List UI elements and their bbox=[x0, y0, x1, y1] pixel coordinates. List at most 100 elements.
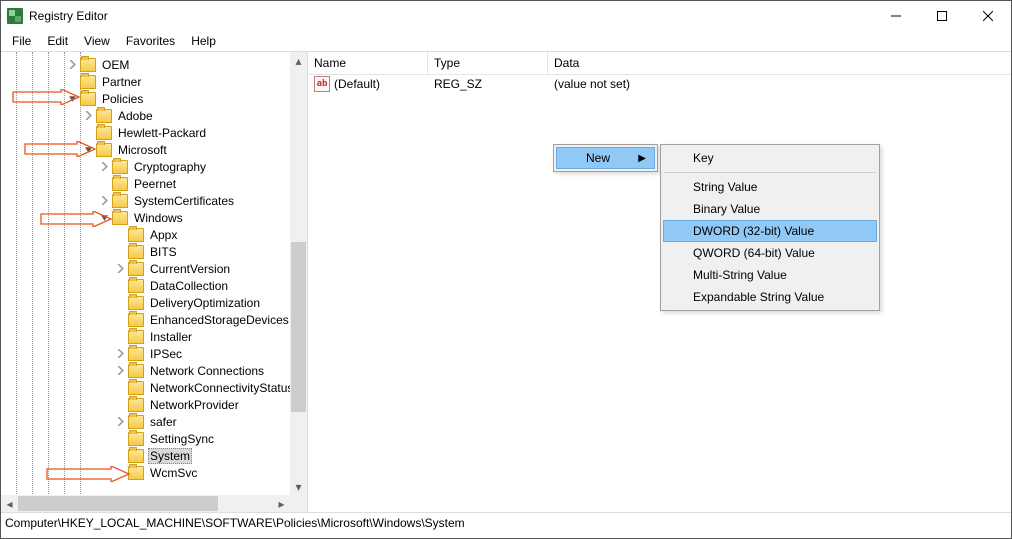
scroll-left-button[interactable]: ◂ bbox=[1, 495, 18, 512]
menu-help[interactable]: Help bbox=[184, 32, 223, 50]
folder-icon bbox=[112, 177, 128, 191]
tree-item-adobe[interactable]: Adobe bbox=[1, 107, 307, 124]
tree-label: Peernet bbox=[132, 177, 178, 191]
spacer bbox=[99, 178, 110, 189]
expand-icon[interactable] bbox=[67, 59, 78, 70]
tree-label: Partner bbox=[100, 75, 143, 89]
menu-view[interactable]: View bbox=[77, 32, 117, 50]
spacer bbox=[115, 433, 126, 444]
list-header: Name Type Data bbox=[308, 52, 1011, 75]
window-controls bbox=[873, 1, 1011, 31]
expand-icon[interactable] bbox=[115, 365, 126, 376]
tree-label: Policies bbox=[100, 92, 145, 106]
context-separator bbox=[664, 172, 876, 173]
tree-item-netprovider[interactable]: NetworkProvider bbox=[1, 396, 307, 413]
annotation-arrow-policies bbox=[11, 89, 81, 105]
context-item-binary[interactable]: Binary Value bbox=[663, 198, 877, 220]
tree-item-enhancedstorage[interactable]: EnhancedStorageDevices bbox=[1, 311, 307, 328]
scroll-thumb[interactable] bbox=[291, 242, 306, 412]
tree-item-datacollection[interactable]: DataCollection bbox=[1, 277, 307, 294]
column-header-name[interactable]: Name bbox=[308, 52, 428, 74]
expand-icon[interactable] bbox=[115, 263, 126, 274]
expand-icon[interactable] bbox=[115, 348, 126, 359]
tree-label: safer bbox=[148, 415, 179, 429]
context-item-dword[interactable]: DWORD (32-bit) Value bbox=[663, 220, 877, 242]
scroll-thumb[interactable] bbox=[18, 496, 218, 511]
tree-item-deliveryopt[interactable]: DeliveryOptimization bbox=[1, 294, 307, 311]
submenu-arrow-icon: ▶ bbox=[638, 153, 646, 164]
column-header-data[interactable]: Data bbox=[548, 52, 1011, 74]
scroll-right-button[interactable]: ▸ bbox=[273, 495, 290, 512]
tree-label: SystemCertificates bbox=[132, 194, 236, 208]
folder-icon bbox=[128, 228, 144, 242]
folder-icon bbox=[128, 330, 144, 344]
tree-item-peernet[interactable]: Peernet bbox=[1, 175, 307, 192]
tree-vertical-scrollbar[interactable]: ▴ ▾ bbox=[290, 52, 307, 512]
tree-item-safer[interactable]: safer bbox=[1, 413, 307, 430]
folder-icon bbox=[128, 432, 144, 446]
tree-item-appx[interactable]: Appx bbox=[1, 226, 307, 243]
tree-horizontal-scrollbar[interactable]: ◂ ▸ bbox=[1, 495, 290, 512]
tree-item-bits[interactable]: BITS bbox=[1, 243, 307, 260]
context-item-qword[interactable]: QWORD (64-bit) Value bbox=[663, 242, 877, 264]
context-item-multistring[interactable]: Multi-String Value bbox=[663, 264, 877, 286]
menu-favorites[interactable]: Favorites bbox=[119, 32, 182, 50]
tree-item-installer[interactable]: Installer bbox=[1, 328, 307, 345]
tree-item-currentversion[interactable]: CurrentVersion bbox=[1, 260, 307, 277]
status-bar: Computer\HKEY_LOCAL_MACHINE\SOFTWARE\Pol… bbox=[1, 512, 1011, 534]
context-item-string[interactable]: String Value bbox=[663, 176, 877, 198]
annotation-arrow-microsoft bbox=[23, 141, 97, 157]
tree-item-settingsync[interactable]: SettingSync bbox=[1, 430, 307, 447]
folder-icon bbox=[128, 381, 144, 395]
context-item-expandable[interactable]: Expandable String Value bbox=[663, 286, 877, 308]
expand-icon[interactable] bbox=[83, 110, 94, 121]
menu-bar: File Edit View Favorites Help bbox=[1, 31, 1011, 51]
tree-label: Microsoft bbox=[116, 143, 169, 157]
tree-label: Cryptography bbox=[132, 160, 208, 174]
menu-edit[interactable]: Edit bbox=[40, 32, 75, 50]
tree-label: Hewlett-Packard bbox=[116, 126, 208, 140]
maximize-button[interactable] bbox=[919, 1, 965, 31]
string-value-icon: ab bbox=[314, 76, 330, 92]
menu-file[interactable]: File bbox=[5, 32, 38, 50]
tree-item-hp[interactable]: Hewlett-Packard bbox=[1, 124, 307, 141]
spacer bbox=[115, 246, 126, 257]
minimize-button[interactable] bbox=[873, 1, 919, 31]
context-label: DWORD (32-bit) Value bbox=[693, 224, 814, 238]
folder-icon bbox=[128, 449, 144, 463]
tree-item-ipsec[interactable]: IPSec bbox=[1, 345, 307, 362]
context-label: Expandable String Value bbox=[693, 290, 824, 304]
expand-icon[interactable] bbox=[115, 416, 126, 427]
folder-icon bbox=[112, 160, 128, 174]
tree-item-partner[interactable]: Partner bbox=[1, 73, 307, 90]
context-item-key[interactable]: Key bbox=[663, 147, 877, 169]
tree-item-oem[interactable]: OEM bbox=[1, 56, 307, 73]
column-header-type[interactable]: Type bbox=[428, 52, 548, 74]
window-title: Registry Editor bbox=[29, 9, 108, 23]
tree-item-syscert[interactable]: SystemCertificates bbox=[1, 192, 307, 209]
folder-icon bbox=[112, 194, 128, 208]
list-row-default[interactable]: ab (Default) REG_SZ (value not set) bbox=[308, 75, 1011, 93]
value-data: (value not set) bbox=[550, 77, 1011, 91]
context-menu-primary[interactable]: New ▶ bbox=[553, 144, 658, 172]
registry-tree[interactable]: OEM Partner Policies Adobe Hewlett-Packa bbox=[1, 52, 307, 481]
tree-item-system[interactable]: System bbox=[1, 447, 307, 464]
expand-icon[interactable] bbox=[99, 161, 110, 172]
folder-icon bbox=[96, 126, 112, 140]
context-item-new[interactable]: New ▶ bbox=[556, 147, 655, 169]
scroll-up-button[interactable]: ▴ bbox=[290, 52, 307, 69]
tree-item-netconnstat[interactable]: NetworkConnectivityStatus bbox=[1, 379, 307, 396]
folder-icon bbox=[128, 415, 144, 429]
tree-label: Installer bbox=[148, 330, 194, 344]
tree-item-netconn[interactable]: Network Connections bbox=[1, 362, 307, 379]
close-button[interactable] bbox=[965, 1, 1011, 31]
tree-item-cryptography[interactable]: Cryptography bbox=[1, 158, 307, 175]
folder-icon bbox=[112, 211, 128, 225]
tree-label: DeliveryOptimization bbox=[148, 296, 262, 310]
value-type: REG_SZ bbox=[430, 77, 550, 91]
folder-icon bbox=[128, 313, 144, 327]
context-menu-new-submenu[interactable]: Key String Value Binary Value DWORD (32-… bbox=[660, 144, 880, 311]
scroll-down-button[interactable]: ▾ bbox=[290, 478, 307, 495]
expand-icon[interactable] bbox=[99, 195, 110, 206]
context-label: String Value bbox=[693, 180, 757, 194]
